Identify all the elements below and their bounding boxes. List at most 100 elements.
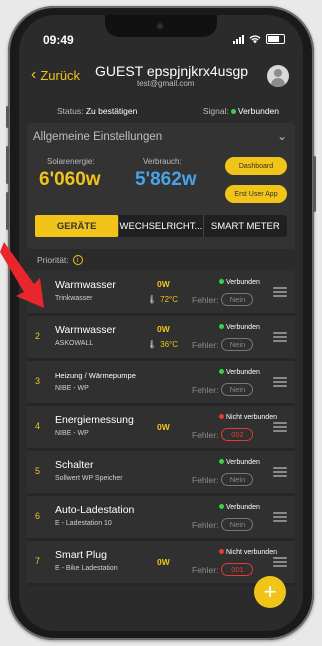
status-dot-icon: [219, 369, 224, 375]
error-info: Fehler: Nein: [192, 338, 254, 351]
device-priority: 3: [35, 376, 41, 386]
device-name: Energiemessung: [55, 414, 134, 426]
status-text: Verbunden: [226, 369, 260, 376]
drag-handle-icon[interactable]: [273, 467, 287, 479]
device-row[interactable]: 6 Auto-Ladestation E - Ladestation 10 Ve…: [27, 496, 295, 541]
error-badge: Nein: [221, 338, 254, 351]
user-email: test@gmail.com: [137, 79, 195, 88]
signal-strength-icon: [233, 34, 244, 44]
error-label: Fehler:: [192, 384, 219, 395]
device-row[interactable]: Warmwasser Trinkwasser 0W 🌡 72°C Verbunde…: [27, 271, 295, 316]
thermometer-icon: 🌡: [147, 295, 158, 304]
error-badge: Nein: [221, 518, 254, 531]
connection-status: Verbunden: [217, 459, 260, 466]
signal-dot-icon: [230, 108, 236, 114]
temperature-value: 36°C: [160, 340, 179, 349]
error-label: Fehler:: [192, 294, 219, 305]
drag-handle-icon[interactable]: [273, 332, 287, 344]
battery-icon: [266, 34, 285, 44]
device-row[interactable]: 7 Smart Plug E - Bike Ladestation 0W Nic…: [27, 541, 295, 586]
drag-handle-icon[interactable]: [273, 422, 287, 434]
app-screen: 09:49 ‹ Zurück GUEST epspjnjkrx4usgp tes…: [19, 15, 303, 631]
status-dot-icon: [219, 504, 224, 510]
dashboard-button[interactable]: Dashboard: [225, 157, 287, 175]
device-row[interactable]: 2 Warmwasser ASKOWALL 0W 🌡 36°C Verbunden…: [27, 316, 295, 361]
device-row[interactable]: 4 Energiemessung NIBE - WP 0W Nicht verb…: [27, 406, 295, 451]
app-button[interactable]: Erst User App: [225, 185, 287, 203]
error-label: Fehler:: [192, 429, 219, 440]
connection-status: Verbunden: [217, 279, 260, 286]
add-device-button[interactable]: +: [254, 576, 286, 608]
consumption-value: 5'862w: [135, 169, 197, 190]
solar-value: 6'060w: [39, 169, 101, 190]
device-power: 0W: [157, 279, 170, 289]
signal-info: Signal: Verbunden: [203, 106, 279, 116]
chevron-down-icon[interactable]: ⌄: [277, 129, 287, 143]
signal-label: Signal:: [202, 106, 229, 116]
mute-switch: [6, 106, 9, 128]
connection-status: Nicht verbunden: [217, 414, 277, 421]
user-avatar-icon[interactable]: [267, 65, 289, 87]
info-icon[interactable]: i: [72, 255, 83, 265]
device-priority: 6: [35, 511, 41, 521]
settings-panel: Allgemeine Einstellungen ⌄ Solarenergie:…: [27, 123, 295, 249]
device-temperature: 🌡 36°C: [147, 340, 178, 349]
volume-up-button: [6, 146, 9, 184]
error-label: Fehler:: [192, 519, 219, 530]
volume-down-button: [6, 192, 9, 230]
back-button[interactable]: ‹ Zurück: [31, 67, 80, 83]
wifi-icon: [249, 34, 261, 43]
device-subtitle: Sollwert WP Speicher: [55, 475, 123, 482]
app-header: ‹ Zurück GUEST epspjnjkrx4usgp test@gmai…: [19, 55, 303, 95]
status-row: Status: Zu bestätigen Signal: Verbunden: [19, 103, 303, 119]
drag-handle-icon[interactable]: [273, 377, 287, 389]
connection-status: Verbunden: [217, 504, 260, 511]
notch: [105, 15, 217, 37]
device-power: 0W: [157, 557, 170, 567]
device-subtitle: E - Bike Ladestation: [55, 565, 118, 572]
error-badge: Nein: [221, 293, 254, 306]
error-label: Fehler:: [192, 474, 219, 485]
device-priority: 7: [35, 556, 41, 566]
drag-handle-icon[interactable]: [273, 557, 287, 569]
back-label: Zurück: [40, 67, 81, 83]
error-label: Fehler:: [192, 339, 219, 350]
error-info: Fehler: Nein: [192, 383, 254, 396]
status-info: Status: Zu bestätigen: [57, 106, 137, 116]
settings-title[interactable]: Allgemeine Einstellungen: [33, 131, 162, 143]
tab-smart-meter[interactable]: SMART METER: [204, 215, 287, 237]
device-temperature: 🌡 72°C: [147, 295, 178, 304]
device-name: Schalter: [55, 459, 94, 471]
device-subtitle: ASKOWALL: [55, 340, 94, 347]
status-dot-icon: [219, 459, 224, 465]
plus-icon: +: [263, 579, 277, 604]
page-title: GUEST epspjnjkrx4usgp: [95, 63, 249, 79]
status-text: Verbunden: [226, 504, 260, 511]
tab-wechselrichter[interactable]: WECHSELRICHT...: [119, 215, 204, 237]
status-text: Nicht verbunden: [226, 549, 277, 556]
device-row[interactable]: 5 Schalter Sollwert WP Speicher Verbunde…: [27, 451, 295, 496]
device-name: Auto-Ladestation: [55, 504, 135, 516]
error-info: Fehler: Nein: [192, 293, 254, 306]
tab-geraete[interactable]: GERÄTE: [35, 215, 120, 237]
drag-handle-icon[interactable]: [273, 287, 287, 299]
temperature-value: 72°C: [160, 295, 179, 304]
status-text: Verbunden: [226, 324, 260, 331]
error-info: Fehler: Nein: [192, 473, 254, 486]
device-row[interactable]: 3 Heizung / Wärmepumpe NIBE - WP Verbund…: [27, 361, 295, 406]
device-name: Warmwasser: [55, 324, 116, 336]
connection-status: Verbunden: [217, 369, 260, 376]
status-dot-icon: [219, 549, 224, 555]
drag-handle-icon[interactable]: [273, 512, 287, 524]
error-info: Fehler: 001: [192, 563, 254, 576]
clock: 09:49: [43, 33, 74, 47]
status-text: Nicht verbunden: [226, 414, 277, 421]
solar-label: Solarenergie:: [47, 157, 95, 166]
connection-status: Verbunden: [217, 324, 260, 331]
device-subtitle: Trinkwasser: [55, 295, 93, 302]
error-badge: Nein: [221, 473, 254, 486]
status-label: Status:: [57, 106, 84, 116]
device-priority: 5: [35, 466, 41, 476]
status-dot-icon: [219, 324, 224, 330]
status-text: Verbunden: [226, 459, 260, 466]
